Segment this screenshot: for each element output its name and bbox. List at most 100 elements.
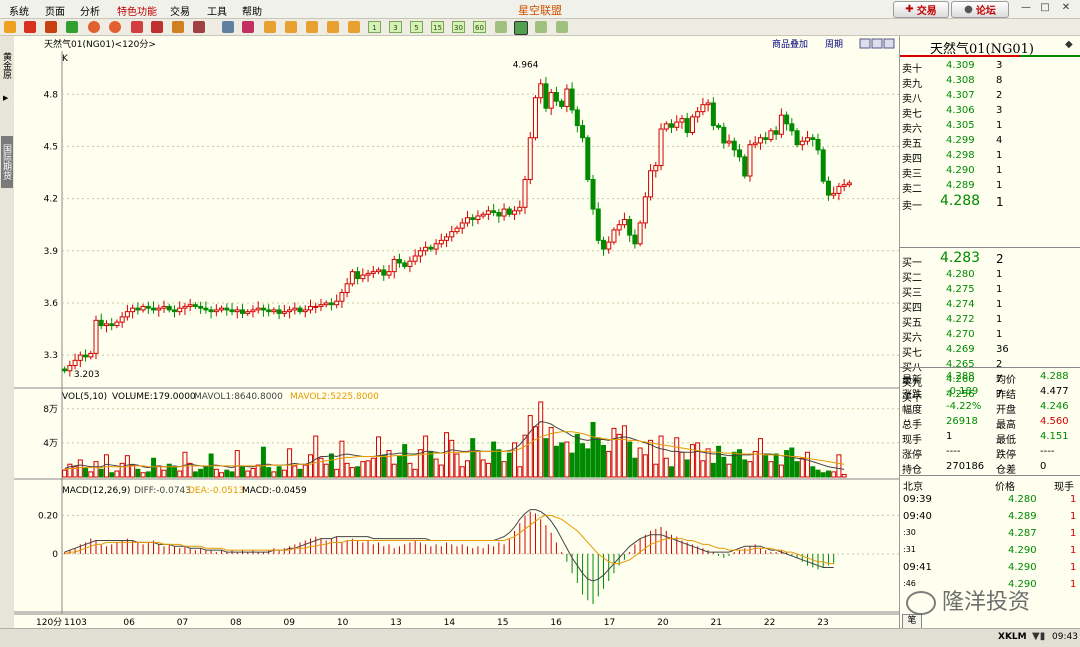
period-5m-button[interactable]: 5 (410, 21, 423, 33)
candle-body (287, 309, 293, 313)
period-quarter-icon[interactable] (327, 21, 339, 33)
kline-chart[interactable]: 天然气01(NG01)<120分> 商品叠加 周期 K 4.8 4.5 4.2 3.9 3.6 3… (14, 36, 899, 628)
volume-bar (266, 467, 272, 478)
period-30m-button[interactable]: 30 (452, 21, 465, 33)
side-tab-gold[interactable]: 黄金原 (1, 40, 13, 90)
fit-icon[interactable] (883, 38, 895, 49)
volume-bar (799, 457, 805, 478)
zoom-out-icon[interactable] (109, 21, 121, 33)
trade-button-label: 交易 (916, 6, 937, 17)
vol-mavol1-value: MAVOL1:8640.8000 (194, 392, 283, 402)
pen-icon[interactable] (151, 21, 163, 33)
macd-dea-line (64, 514, 834, 565)
volume-bar (438, 464, 444, 478)
arrow-right-icon[interactable]: ▶ (3, 94, 8, 102)
period-60m-button[interactable]: 60 (473, 21, 486, 33)
home-icon[interactable] (24, 21, 36, 33)
candle-body (752, 142, 758, 146)
tick-row: 09:41 4.290 1 (900, 561, 1080, 576)
candle-body (266, 309, 272, 313)
candle-body (695, 111, 701, 118)
period-more-icon[interactable] (556, 21, 568, 33)
buy-row: 买六 4.270 1 (900, 328, 1080, 344)
candle-body (768, 130, 774, 140)
period-month-icon[interactable] (306, 21, 318, 33)
volume-bar (454, 453, 460, 478)
period-custom-icon[interactable] (495, 21, 507, 33)
volume-bar (569, 452, 575, 478)
candle-body (198, 305, 204, 309)
candle-body (831, 192, 837, 196)
alert-icon[interactable] (172, 21, 184, 33)
zoom-in-icon[interactable] (88, 21, 100, 33)
minimize-icon[interactable]: — (1018, 2, 1034, 15)
candle-body (517, 206, 523, 212)
menu-item-analysis[interactable]: 分析 (80, 3, 100, 18)
price-tick-label: 4.5 (44, 142, 58, 152)
candle-body (747, 144, 753, 177)
period-1m-button[interactable]: 1 (368, 21, 381, 33)
chart-area[interactable]: 天然气01(NG01)<120分> 商品叠加 周期 K 4.8 4.5 4.2 3.9 3.6 3… (14, 36, 899, 628)
volume-bar (784, 450, 790, 478)
settings-icon[interactable]: ◆ (1065, 39, 1073, 50)
volume-bar (653, 463, 659, 478)
app-title: 星空联盟 (518, 4, 562, 17)
menu-item-trade[interactable]: 交易 (170, 3, 190, 18)
macd-diff-value: DIFF:-0.0743 (134, 486, 191, 496)
tick-row: :31 4.290 1 (900, 544, 1080, 559)
stat-label: 开盘 (996, 405, 1016, 416)
period-3m-button[interactable]: 3 (389, 21, 402, 33)
volume-bar (470, 438, 476, 478)
watermark-text: 隆洋投资 (942, 590, 1031, 615)
candle-body (705, 102, 711, 106)
trade-button[interactable]: ✚ 交易 (893, 1, 949, 18)
forum-button[interactable]: ● 论坛 (951, 1, 1009, 18)
zoom-icon[interactable] (859, 38, 871, 49)
tick-price: 4.290 (1008, 545, 1037, 556)
maximize-icon[interactable]: □ (1037, 2, 1053, 15)
line-tool-icon[interactable] (242, 21, 254, 33)
volume-bar (187, 462, 193, 478)
candle-body (83, 354, 89, 358)
volume-bar (140, 472, 146, 478)
close-icon[interactable]: ✕ (1058, 2, 1074, 15)
period-120m-icon[interactable] (514, 21, 528, 35)
refresh-icon[interactable] (66, 21, 78, 33)
menu-item-system[interactable]: 系统 (9, 3, 29, 18)
volume-bar (747, 461, 753, 478)
candle-body (710, 102, 716, 127)
candle-body (177, 307, 183, 313)
filter-icon[interactable] (193, 21, 205, 33)
candle-body (846, 182, 852, 186)
period-day-icon[interactable] (264, 21, 276, 33)
list-icon[interactable] (45, 21, 57, 33)
buy-volume: 1 (996, 314, 1003, 325)
menu-item-help[interactable]: 帮助 (242, 3, 262, 18)
price-panel-label: K (62, 54, 69, 64)
candle-body (370, 271, 376, 274)
candle-body (742, 156, 748, 177)
candle-body (444, 236, 450, 241)
menu-item-tools[interactable]: 工具 (207, 3, 227, 18)
tab-trades[interactable]: 笔 (902, 614, 922, 629)
candle-body (438, 239, 444, 245)
grid-icon[interactable] (222, 21, 234, 33)
tick-volume: 1 (1070, 528, 1077, 539)
candle-body (459, 222, 465, 229)
menu-item-features[interactable]: 特色功能 (117, 3, 157, 18)
back-arrow-icon[interactable] (4, 21, 16, 33)
period-week-icon[interactable] (285, 21, 297, 33)
x-tick-label: 15 (497, 618, 508, 628)
side-tab-intl-futures[interactable]: 国际期货 (1, 136, 13, 188)
cut-icon[interactable] (131, 21, 143, 33)
x-tick-label: 10 (337, 618, 349, 628)
volume-bar (574, 433, 580, 478)
chart-title: 天然气01(NG01)<120分> (44, 38, 156, 50)
x-tick-label: 1103 (64, 618, 87, 628)
period-15m-button[interactable]: 15 (431, 21, 444, 33)
period-year-icon[interactable] (348, 21, 360, 33)
period-tick-icon[interactable] (535, 21, 547, 33)
expand-icon[interactable] (871, 38, 883, 49)
menu-item-page[interactable]: 页面 (45, 3, 65, 18)
candle-body (171, 309, 177, 313)
